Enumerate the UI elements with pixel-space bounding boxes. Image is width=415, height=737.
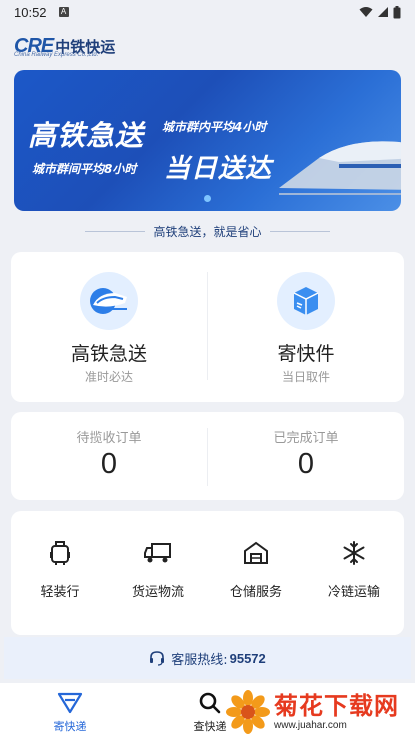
slogan-rule-left [85, 230, 146, 232]
customer-hotline[interactable]: 客服热线: 95572 [4, 637, 411, 679]
train-icon [80, 272, 138, 330]
luggage-icon [46, 539, 74, 567]
battery-icon [393, 5, 401, 18]
status-bar: 10:52 A [0, 0, 415, 24]
service-express-rail[interactable]: 高铁急送 准时必达 [11, 252, 207, 402]
tool-label: 轻装行 [40, 585, 80, 600]
tab-label: 寄快递 [53, 720, 87, 733]
slogan-rule-right [269, 230, 330, 232]
service-send-package[interactable]: 寄快件 当日取件 [208, 252, 404, 402]
snowflake-icon [340, 539, 368, 567]
watermark-url: www.juahar.com [274, 719, 347, 731]
pending-orders[interactable]: 待揽收订单 0 [11, 412, 207, 500]
order-count: 0 [100, 448, 118, 480]
status-time: 10:52 [14, 4, 47, 20]
tool-warehouse[interactable]: 仓储服务 [207, 539, 305, 600]
brand-logo: CRE 中铁快运 China Railway Express Co.,Ltd. [14, 30, 115, 62]
more-services-card: 轻装行 货运物流 仓储服务 冷链运输 [11, 511, 404, 635]
warehouse-icon [242, 539, 270, 567]
banner-headline-4: 当日送达 [164, 154, 273, 184]
truck-icon [144, 539, 172, 567]
logo-english-name: China Railway Express Co.,Ltd. [14, 52, 99, 58]
service-subtitle: 准时必达 [84, 370, 133, 384]
banner-headline-3: 城市群间平均8小时 [32, 162, 137, 176]
order-label: 待揽收订单 [76, 431, 142, 446]
app-root: 10:52 A CRE 中铁快运 China Railway Express C… [0, 0, 415, 737]
order-label: 已完成订单 [273, 431, 339, 446]
tab-send[interactable]: 寄快递 [20, 691, 120, 734]
tool-freight[interactable]: 货运物流 [109, 539, 207, 600]
tool-cold-chain[interactable]: 冷链运输 [305, 539, 403, 600]
tool-label: 冷链运输 [327, 585, 380, 600]
service-subtitle: 当日取件 [281, 370, 330, 384]
package-icon [277, 272, 335, 330]
orders-card: 待揽收订单 0 已完成订单 0 [11, 412, 404, 500]
hotline-label: 客服热线: [171, 652, 228, 668]
headset-icon [150, 651, 165, 666]
slogan-text: 高铁急送，就是省心 [153, 224, 262, 239]
wifi-icon [359, 7, 373, 17]
service-title: 高铁急送 [70, 343, 147, 365]
carousel-indicator[interactable] [204, 195, 211, 202]
watermark-title: 菊花下载网 [274, 691, 399, 720]
tool-label: 货运物流 [131, 585, 184, 600]
tool-label: 仓储服务 [229, 585, 282, 600]
completed-orders[interactable]: 已完成订单 0 [208, 412, 404, 500]
banner-headline-2: 城市群内平均4小时 [162, 120, 267, 134]
banner-headline-1: 高铁急送 [28, 119, 145, 152]
send-icon [20, 691, 120, 715]
notification-badge: A [58, 7, 69, 17]
service-title: 寄快件 [277, 343, 335, 365]
tool-light-travel[interactable]: 轻装行 [11, 539, 109, 600]
slogan: 高铁急送，就是省心 [0, 222, 415, 240]
flower-logo-icon [226, 689, 270, 734]
order-count: 0 [297, 448, 315, 480]
services-card: 高铁急送 准时必达 寄快件 当日取件 [11, 252, 404, 402]
high-speed-train-image [279, 141, 401, 195]
promo-banner[interactable]: 高铁急送 城市群内平均4小时 城市群间平均8小时 当日送达 [14, 70, 401, 211]
watermark: 菊花下载网 www.juahar.com [226, 686, 415, 737]
hotline-number[interactable]: 95572 [230, 651, 266, 666]
signal-icon [378, 7, 388, 17]
status-icons [359, 5, 401, 19]
